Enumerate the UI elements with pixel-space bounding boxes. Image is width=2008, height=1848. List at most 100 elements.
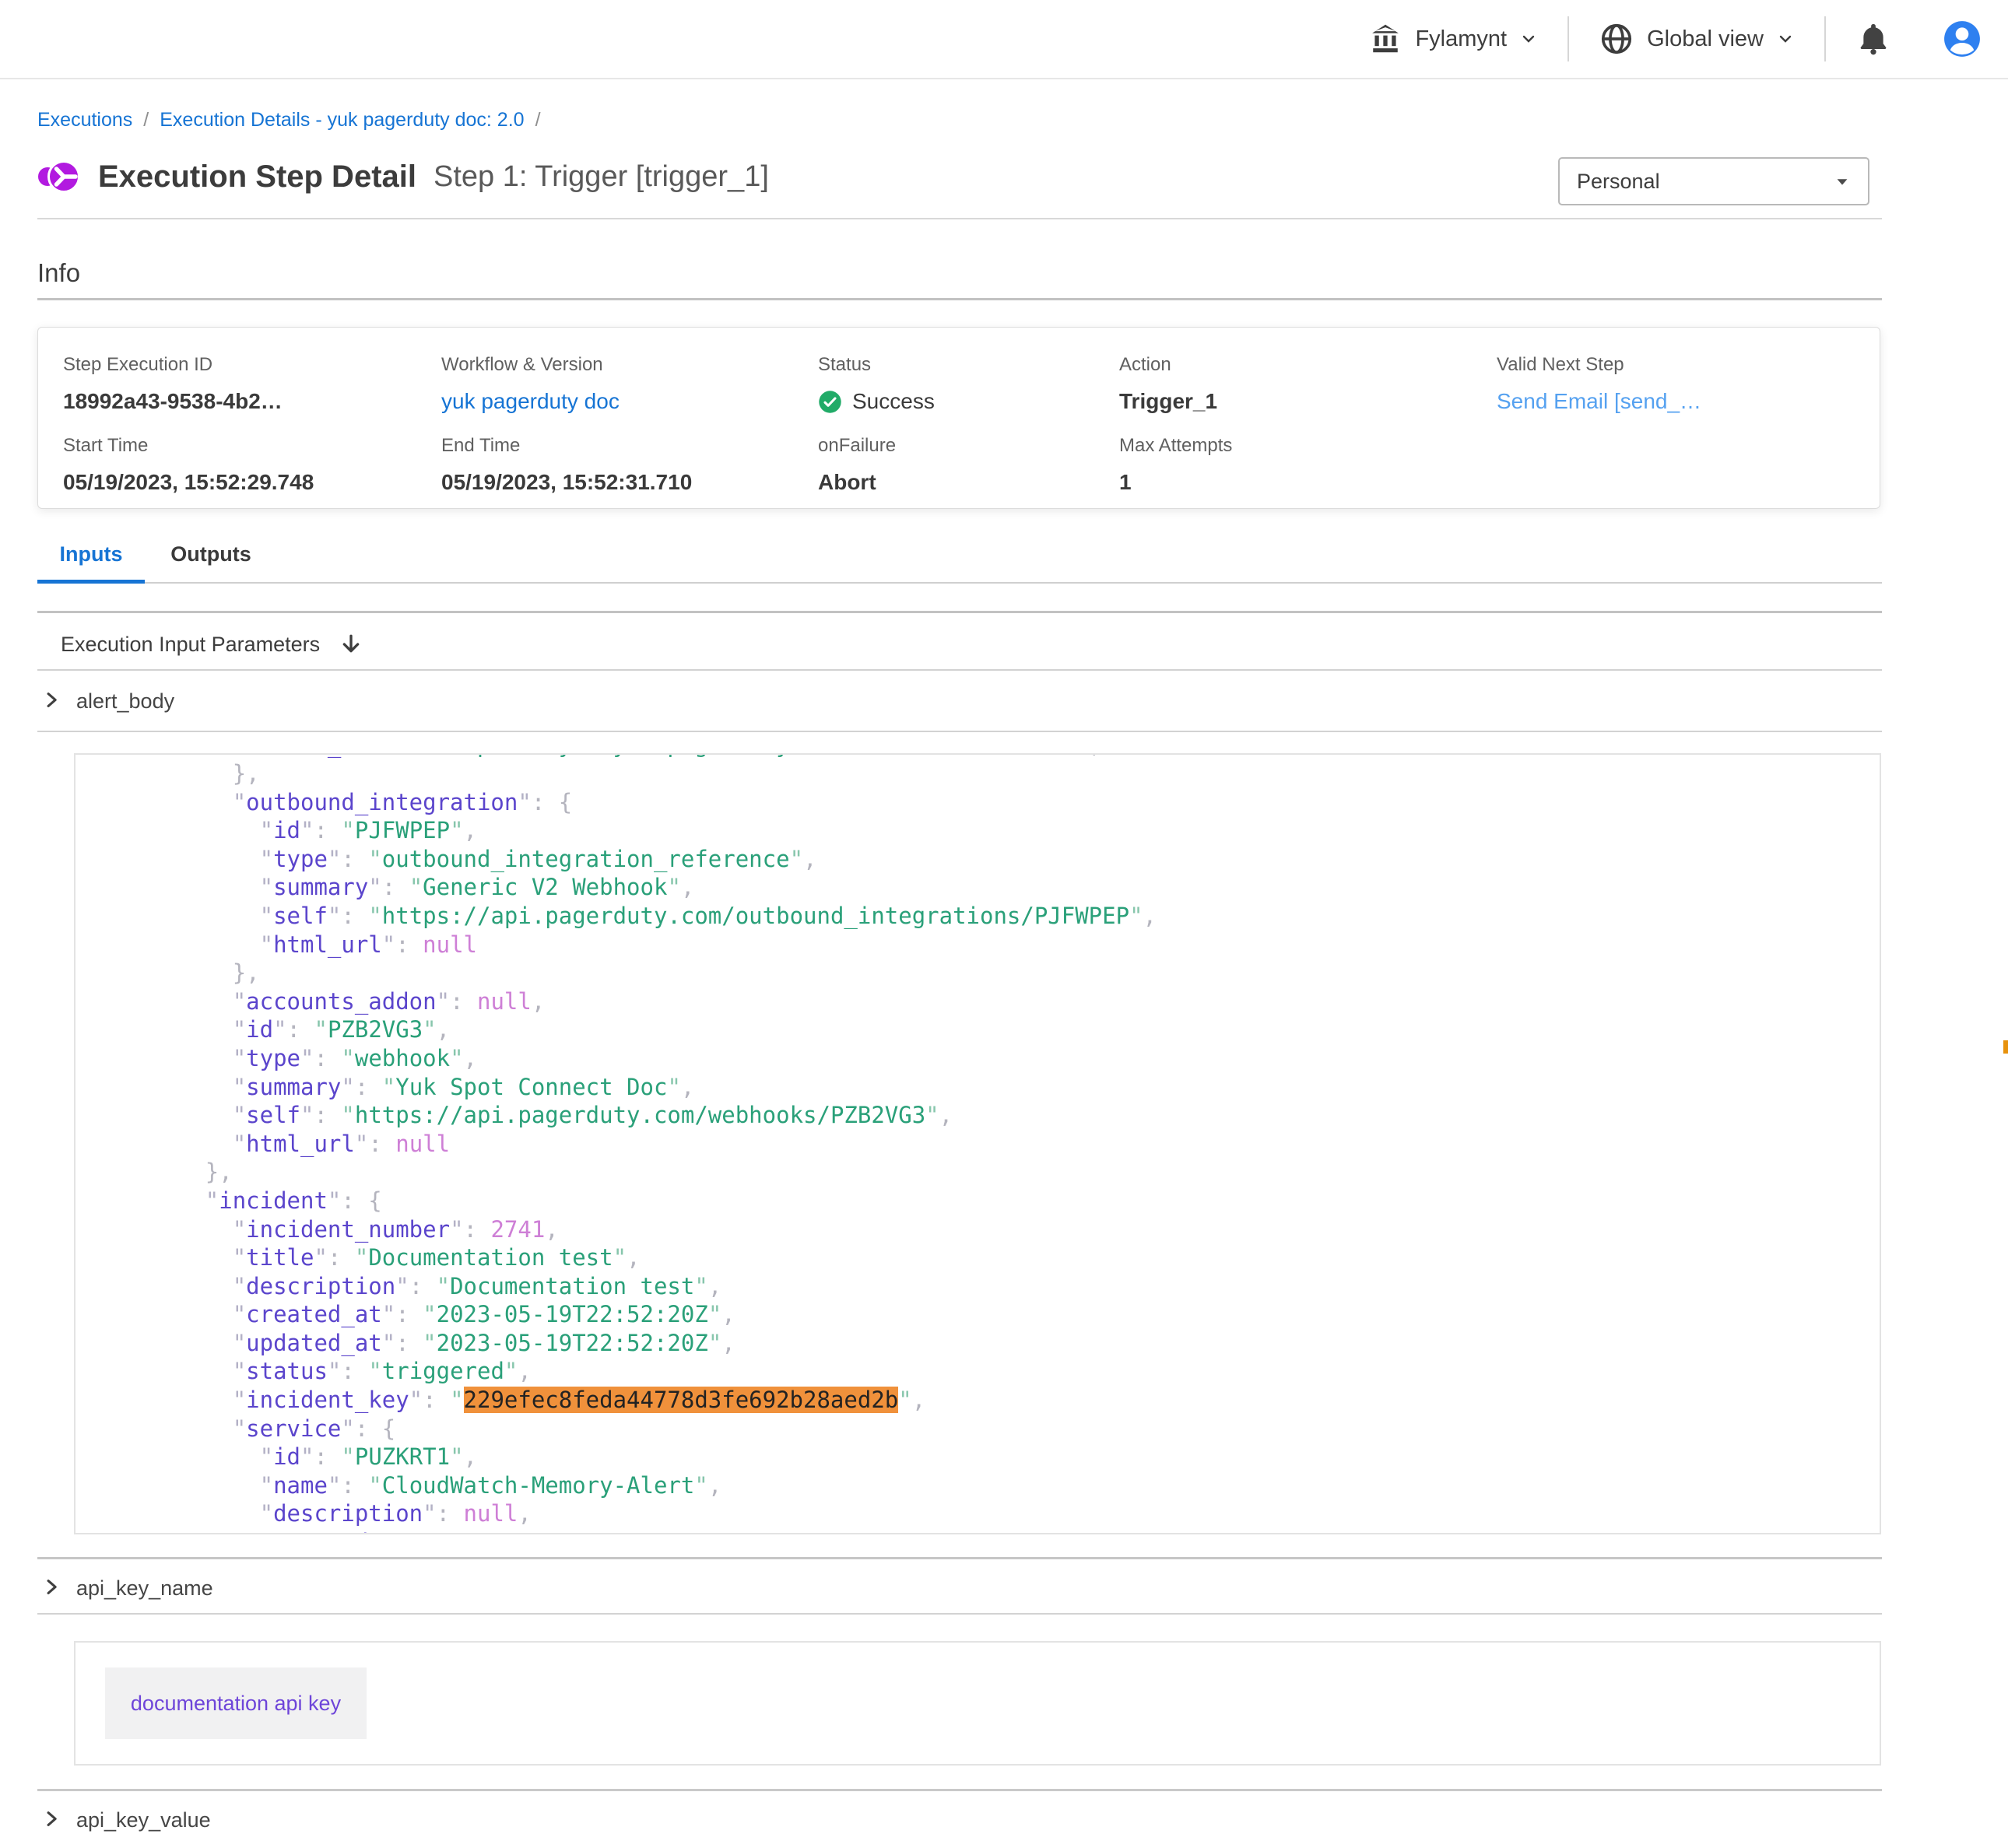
code-line: "outbound_integration": { xyxy=(124,788,1880,817)
info-card: Step Execution ID 18992a43-9538-4b2… Wor… xyxy=(37,327,1880,509)
org-menu[interactable]: Fylamynt xyxy=(1368,22,1538,56)
code-line: "incident_number": 2741, xyxy=(124,1215,1880,1244)
code-line: "service": { xyxy=(124,1415,1880,1443)
code-line: "incident": { xyxy=(124,1187,1880,1215)
code-line: "status": "triggered", xyxy=(124,1357,1880,1386)
info-heading: Info xyxy=(37,258,80,288)
code-line: "id": "PUZKRT1", xyxy=(124,1443,1880,1471)
code-line: "title": "Documentation test", xyxy=(124,1243,1880,1272)
field-value: Trigger_1 xyxy=(1119,389,1217,414)
notifications-bell-button[interactable] xyxy=(1855,20,1891,58)
code-line: "accounts_addon": null, xyxy=(124,987,1880,1016)
params-header-label: Execution Input Parameters xyxy=(61,633,320,657)
breadcrumb-link-executions[interactable]: Executions xyxy=(37,109,132,131)
view-menu[interactable]: Global view xyxy=(1599,21,1795,57)
code-line: "id": "PJFWPEP", xyxy=(124,816,1880,845)
breadcrumb-separator: / xyxy=(535,109,541,131)
field-start-time: Start Time 05/19/2023, 15:52:29.748 xyxy=(63,435,314,495)
active-tab-indicator xyxy=(37,580,145,584)
field-end-time: End Time 05/19/2023, 15:52:31.710 xyxy=(441,435,692,495)
field-value: 1 xyxy=(1119,470,1232,495)
code-line: "incident_key": "229efec8feda44778d3fe69… xyxy=(124,1386,1880,1415)
chevron-down-icon xyxy=(1776,30,1795,48)
code-line: "html_url": null xyxy=(124,1130,1880,1159)
breadcrumb-separator: / xyxy=(143,109,149,131)
field-label: Max Attempts xyxy=(1119,435,1232,457)
field-label: Workflow & Version xyxy=(441,354,620,376)
field-value: Abort xyxy=(818,470,896,495)
api-key-name-label[interactable]: api_key_name xyxy=(76,1576,213,1601)
view-menu-label: Global view xyxy=(1647,26,1764,52)
user-avatar-button[interactable] xyxy=(1943,19,1982,58)
tab-inputs[interactable]: Inputs xyxy=(37,542,145,566)
field-value: 18992a43-9538-4b2… xyxy=(63,389,283,414)
code-line: "summary": "Yuk Spot Connect Doc", xyxy=(124,1073,1880,1102)
page-header: Execution Step Detail Step 1: Trigger [t… xyxy=(37,154,769,199)
code-line: }, xyxy=(124,759,1880,788)
field-label: Valid Next Step xyxy=(1497,354,1701,376)
field-label: Start Time xyxy=(63,435,314,457)
code-line: "description": "Documentation test", xyxy=(124,1272,1880,1301)
code-line: "updated_at": "2023-05-19T22:52:20Z", xyxy=(124,1329,1880,1358)
code-line: "type": "outbound_integration_reference"… xyxy=(124,845,1880,874)
scope-select[interactable]: Personal xyxy=(1558,157,1869,205)
code-line: }, xyxy=(124,1158,1880,1187)
api-key-name-expand-chevron-icon[interactable] xyxy=(40,1576,61,1597)
field-label: End Time xyxy=(441,435,692,457)
alert-body-label[interactable]: alert_body xyxy=(76,689,174,714)
bank-icon xyxy=(1368,22,1402,56)
navbar-separator xyxy=(1824,16,1826,61)
field-value: 05/19/2023, 15:52:31.710 xyxy=(441,470,692,495)
code-line: "id": "PZB2VG3", xyxy=(124,1015,1880,1044)
breadcrumb-link-execution-details[interactable]: Execution Details - yuk pagerduty doc: 2… xyxy=(160,109,524,131)
code-line: "created_at": "2023-05-19T22:52:20Z", xyxy=(124,1300,1880,1329)
code-line: "description": null, xyxy=(124,1499,1880,1528)
divider xyxy=(37,582,1882,584)
execution-input-parameters-header: Execution Input Parameters xyxy=(61,632,363,657)
caret-down-icon xyxy=(1834,173,1851,190)
field-onfailure: onFailure Abort xyxy=(818,435,896,495)
field-label: Action xyxy=(1119,354,1217,376)
status-badge: Success xyxy=(852,389,935,414)
download-arrow-icon[interactable] xyxy=(339,632,363,657)
tab-outputs[interactable]: Outputs xyxy=(160,542,262,566)
workflow-link[interactable]: yuk pagerduty doc xyxy=(441,389,620,414)
divider xyxy=(37,1613,1882,1615)
field-workflow-version: Workflow & Version yuk pagerduty doc xyxy=(441,354,620,414)
code-line: "self": "https://api.pagerduty.com/outbo… xyxy=(124,902,1880,931)
page-subtitle: Step 1: Trigger [trigger_1] xyxy=(434,160,769,194)
api-key-value-expand-chevron-icon[interactable] xyxy=(40,1808,61,1829)
globe-icon xyxy=(1599,21,1634,57)
success-check-icon xyxy=(818,390,842,414)
json-code-block[interactable]: "html_url": "https://fylamynt.pagerduty.… xyxy=(74,753,1881,1534)
api-key-name-chip[interactable]: documentation api key xyxy=(105,1667,367,1739)
field-step-execution-id: Step Execution ID 18992a43-9538-4b2… xyxy=(63,354,283,414)
json-code: "html_url": "https://fylamynt.pagerduty.… xyxy=(75,753,1880,1534)
code-line: "created_at": "2023-05-19T22:52:20Z", xyxy=(124,1528,1880,1534)
navbar-separator xyxy=(1567,16,1569,61)
code-line: "summary": "Generic V2 Webhook", xyxy=(124,873,1880,902)
field-max-attempts: Max Attempts 1 xyxy=(1119,435,1232,495)
field-action: Action Trigger_1 xyxy=(1119,354,1217,414)
code-line: "self": "https://api.pagerduty.com/webho… xyxy=(124,1101,1880,1130)
field-label: Status xyxy=(818,354,935,376)
divider xyxy=(37,731,1882,732)
org-menu-label: Fylamynt xyxy=(1415,26,1507,52)
next-step-link[interactable]: Send Email [send_… xyxy=(1497,389,1701,414)
divider xyxy=(37,1557,1882,1559)
divider xyxy=(37,298,1882,300)
scope-select-value: Personal xyxy=(1577,170,1660,194)
top-navbar: Fylamynt Global view xyxy=(0,0,2008,79)
find-match-scroll-marker xyxy=(2003,1040,2008,1054)
field-status: Status Success xyxy=(818,354,935,414)
divider xyxy=(37,669,1882,671)
code-line: }, xyxy=(124,959,1880,987)
field-label: Step Execution ID xyxy=(63,354,283,376)
breadcrumb: Executions / Execution Details - yuk pag… xyxy=(37,109,541,131)
field-label: onFailure xyxy=(818,435,896,457)
divider xyxy=(37,1789,1882,1791)
code-line: "type": "webhook", xyxy=(124,1044,1880,1073)
workflow-logo-icon xyxy=(37,157,82,196)
alert-body-expand-chevron-icon[interactable] xyxy=(40,689,61,710)
api-key-value-label[interactable]: api_key_value xyxy=(76,1808,211,1832)
